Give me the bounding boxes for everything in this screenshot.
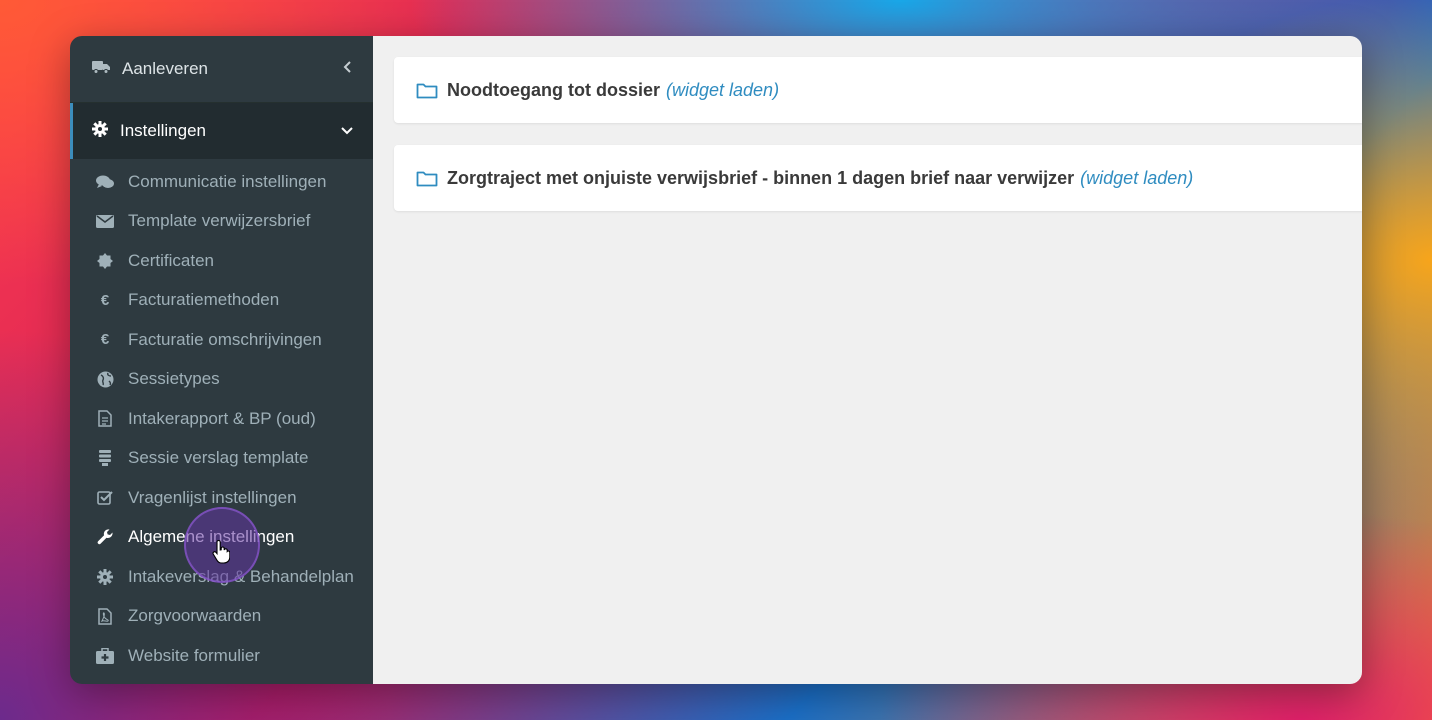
euro-icon: € — [100, 291, 110, 309]
gear-icon — [95, 567, 115, 587]
submenu-item-label: Template verwijzersbrief — [128, 211, 311, 231]
submenu-item-label: Sessietypes — [128, 369, 220, 389]
submenu-item-label: Communicatie instellingen — [128, 171, 327, 191]
app-window: Aanleveren Instellingen Communicatie ins… — [70, 36, 1362, 684]
chevron-left-icon[interactable] — [343, 60, 353, 78]
main-content: Noodtoegang tot dossier (widget laden) Z… — [373, 36, 1362, 684]
widget-title: Zorgtraject met onjuiste verwijsbrief - … — [447, 167, 1075, 188]
submenu-item-zorgvoorwaarden[interactable]: Zorgvoorwaarden — [70, 597, 373, 637]
nav-item-instellingen[interactable]: Instellingen — [70, 103, 373, 159]
submenu-item-template-verwijzersbrief[interactable]: Template verwijzersbrief — [70, 202, 373, 242]
globe-icon — [95, 369, 115, 389]
submenu-item-website-formulier[interactable]: Website formulier — [70, 636, 373, 676]
check-square-icon — [95, 488, 115, 508]
submenu-item-label: Sessie verslag template — [128, 448, 309, 468]
comments-icon — [95, 172, 115, 192]
medkit-icon — [95, 646, 115, 666]
submenu-item-intakerapport[interactable]: Intakerapport & BP (oud) — [70, 399, 373, 439]
submenu-item-label: Website formulier — [128, 645, 260, 665]
submenu-item-sessie-verslag[interactable]: Sessie verslag template — [70, 439, 373, 479]
nav-item-aanleveren[interactable]: Aanleveren — [70, 36, 373, 103]
gear-icon — [92, 120, 108, 142]
submenu-item-label: Certificaten — [128, 250, 214, 270]
widget-title: Noodtoegang tot dossier — [447, 79, 660, 100]
widget-load-link[interactable]: (widget laden) — [666, 80, 779, 101]
sidebar: Aanleveren Instellingen Communicatie ins… — [70, 36, 373, 684]
envelope-icon — [95, 211, 115, 231]
submenu-item-intakeverslag[interactable]: Intakeverslag & Behandelplan — [70, 557, 373, 597]
submenu-item-label: Vragenlijst instellingen — [128, 487, 297, 507]
submenu-item-sessietypes[interactable]: Sessietypes — [70, 360, 373, 400]
widget-load-link[interactable]: (widget laden) — [1080, 168, 1193, 189]
submenu-item-label: Facturatie omschrijvingen — [128, 329, 322, 349]
submenu-item-certificaten[interactable]: Certificaten — [70, 241, 373, 281]
chevron-down-icon[interactable] — [341, 122, 353, 140]
nav-item-label: Instellingen — [120, 121, 207, 140]
submenu-item-facturatiemethoden[interactable]: € Facturatiemethoden — [70, 281, 373, 321]
submenu-item-communicatie[interactable]: Communicatie instellingen — [70, 162, 373, 202]
submenu-item-label: Facturatiemethoden — [128, 290, 280, 310]
list-icon — [95, 448, 115, 468]
file-text-icon — [95, 409, 115, 429]
widget-card: Noodtoegang tot dossier (widget laden) — [394, 57, 1362, 123]
submenu-item-label: Algemene instellingen — [128, 527, 295, 547]
submenu-item-facturatie-omschrijvingen[interactable]: € Facturatie omschrijvingen — [70, 320, 373, 360]
widget-card: Zorgtraject met onjuiste verwijsbrief - … — [394, 145, 1362, 211]
certificate-icon — [95, 251, 115, 271]
file-pdf-icon — [95, 606, 115, 626]
submenu-item-label: Zorgvoorwaarden — [128, 606, 262, 626]
submenu-item-label: Intakerapport & BP (oud) — [128, 408, 316, 428]
truck-icon — [92, 59, 110, 79]
euro-icon: € — [100, 331, 110, 349]
submenu-item-vragenlijst[interactable]: Vragenlijst instellingen — [70, 478, 373, 518]
folder-icon — [416, 82, 438, 99]
submenu-item-algemene-instellingen[interactable]: Algemene instellingen — [70, 518, 373, 558]
wrench-icon — [95, 527, 115, 547]
nav-item-label: Aanleveren — [122, 59, 209, 78]
submenu-item-label: Intakeverslag & Behandelplan — [128, 566, 354, 586]
submenu-instellingen: Communicatie instellingen Template verwi… — [70, 159, 373, 676]
folder-icon — [416, 170, 438, 187]
